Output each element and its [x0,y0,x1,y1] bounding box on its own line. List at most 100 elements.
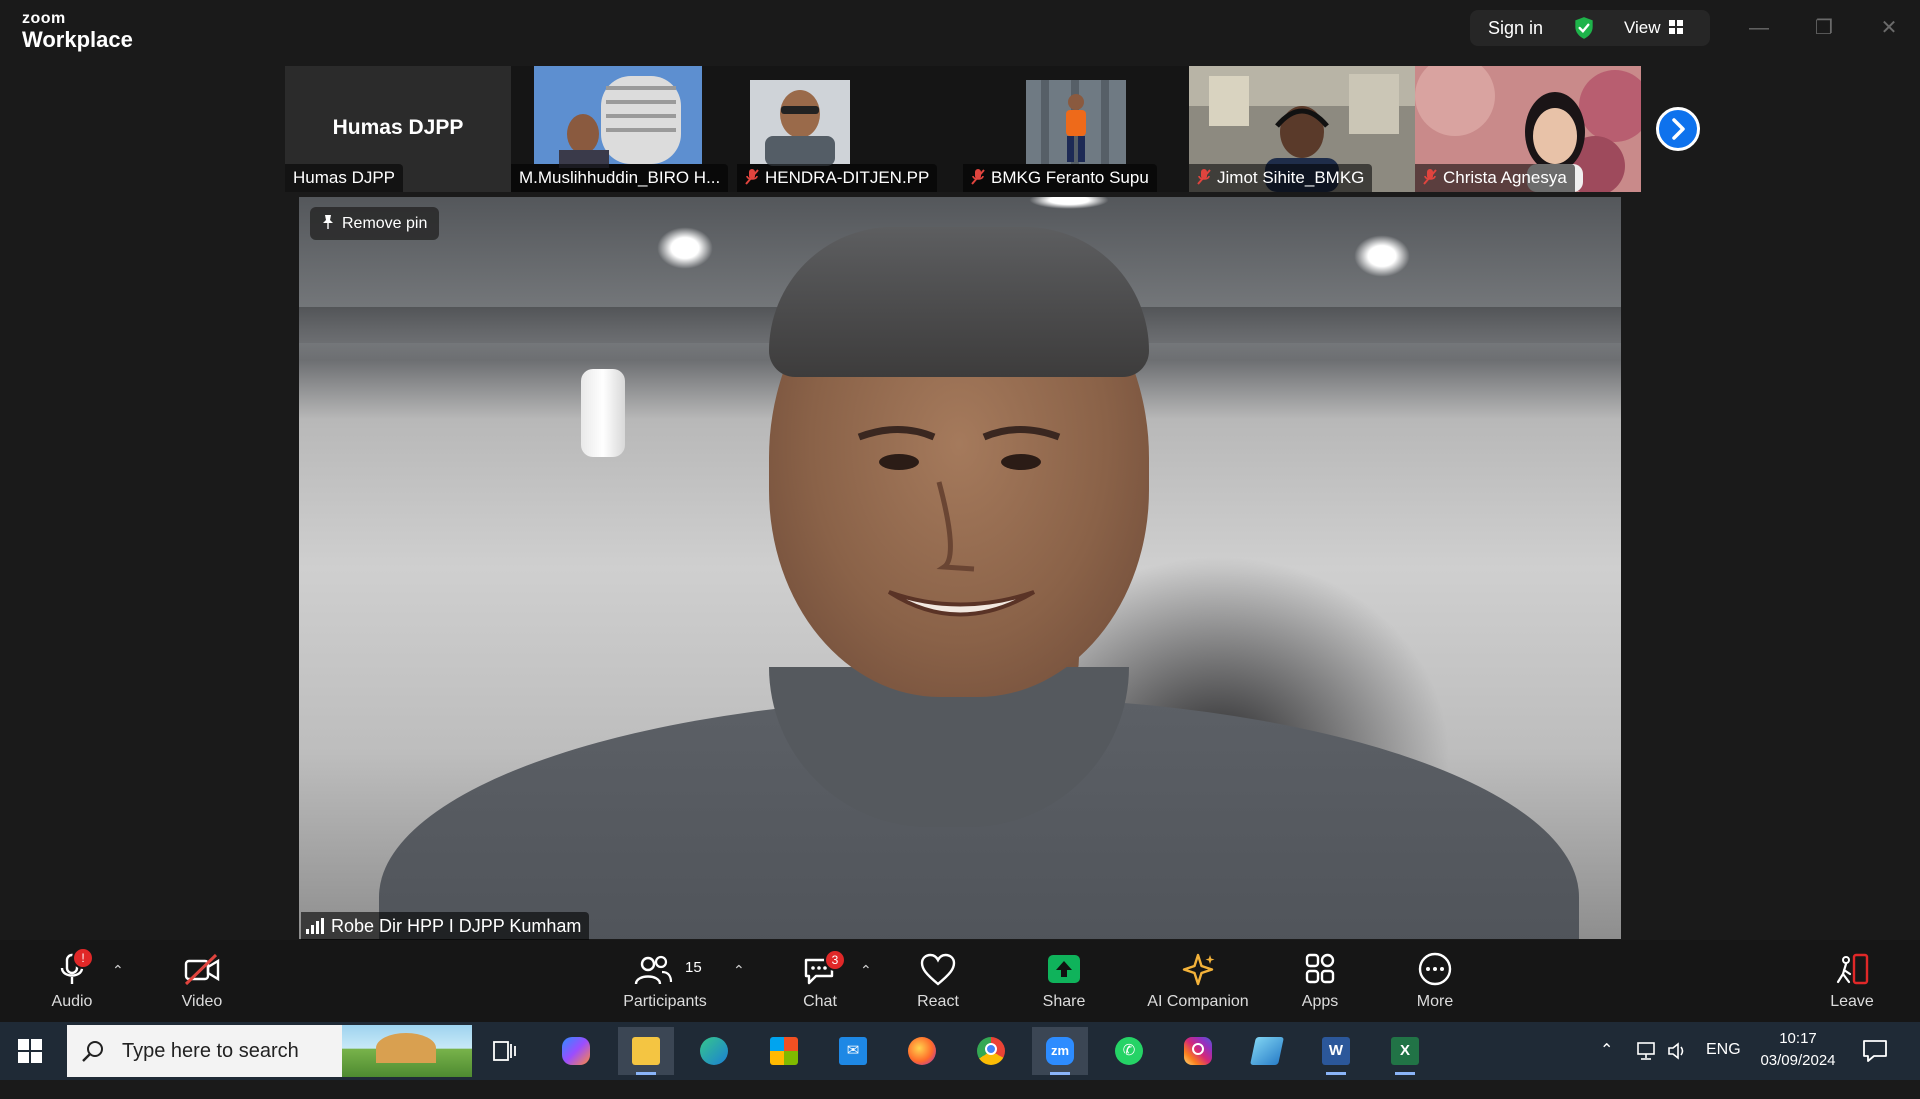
file-explorer-icon[interactable] [618,1027,674,1075]
notepad-icon[interactable] [1239,1027,1295,1075]
title-bar: zoom Workplace Sign in View — ❐ ✕ [0,0,1920,62]
clock-time: 10:17 [1779,1030,1817,1047]
react-label: React [917,993,959,1010]
share-screen-icon [1048,955,1080,983]
participant-center-name: Humas DJPP [332,116,464,139]
participants-label: Participants [623,993,707,1010]
more-label: More [1416,993,1454,1010]
chat-label: Chat [803,993,837,1010]
audio-alert-badge: ! [72,947,94,969]
restore-icon[interactable]: ❐ [1810,14,1838,42]
video-off-icon [184,953,220,986]
participants-icon [634,955,673,985]
share-button[interactable]: Share [1022,940,1106,1022]
signal-strength-icon [306,918,324,934]
participants-count: 15 [685,959,702,976]
leave-button[interactable]: Leave [1810,940,1894,1022]
participant-tile[interactable]: BMKG Feranto Supu [963,66,1189,192]
participant-name: M.Muslihhuddin_BIRO H... [511,164,729,192]
taskbar-clock[interactable]: 10:17 03/09/2024 [1752,1028,1844,1072]
task-view-icon[interactable] [477,1027,533,1075]
more-button[interactable]: More [1393,940,1477,1022]
leave-label: Leave [1830,993,1874,1010]
pin-icon [323,215,333,229]
word-icon[interactable]: W [1308,1027,1364,1075]
firefox-icon[interactable] [894,1027,950,1075]
zoom-workplace-logo: zoom Workplace [22,11,133,51]
video-button[interactable]: Video [160,940,244,1022]
network-icon[interactable] [1635,1041,1657,1061]
show-hidden-icons-icon[interactable]: ⌃ [1600,1040,1613,1098]
brand-top: zoom [22,10,66,27]
close-icon[interactable]: ✕ [1875,14,1903,42]
active-speaker-video [299,197,1621,939]
windows-start-icon[interactable] [18,1039,42,1063]
meeting-toolbar: ! Audio ⌃ Video 15 Participants ⌃ 3 Chat… [0,940,1920,1022]
view-label: View [1624,18,1661,37]
muted-mic-icon [971,169,985,185]
share-label: Share [1042,993,1086,1010]
language-indicator[interactable]: ENG [1706,1041,1741,1099]
participants-options-caret-icon[interactable]: ⌃ [733,962,747,978]
search-icon [82,1041,103,1062]
participant-tile[interactable]: Humas DJPP Humas DJPP [285,66,511,192]
volume-icon[interactable] [1667,1041,1689,1061]
participant-tile[interactable]: HENDRA-DITJEN.PP [737,66,963,192]
view-button[interactable]: View [1624,18,1683,38]
participant-name: Christa Agnesya [1415,164,1575,192]
remove-pin-button[interactable]: Remove pin [310,207,440,240]
chrome-icon[interactable] [963,1027,1019,1075]
search-placeholder: Type here to search [122,1040,299,1062]
windows-taskbar: Type here to search ✉ zm ✆ W X ⌃ ENG 10:… [0,1022,1920,1080]
heart-icon [920,953,956,986]
leave-door-icon [1836,953,1869,985]
zoom-icon[interactable]: zm [1032,1027,1088,1075]
instagram-icon[interactable] [1170,1027,1226,1075]
taskbar-search-box[interactable]: Type here to search [67,1025,472,1077]
chevron-right-icon [1672,118,1685,140]
whatsapp-icon[interactable]: ✆ [1101,1027,1157,1075]
participant-name: HENDRA-DITJEN.PP [737,164,938,192]
audio-options-caret-icon[interactable]: ⌃ [112,962,126,978]
mail-icon[interactable]: ✉ [825,1027,881,1075]
chat-button[interactable]: 3 Chat [778,940,862,1022]
minimize-icon[interactable]: — [1745,14,1773,42]
search-highlight-illustration [342,1025,472,1077]
participant-strip: Humas DJPP Humas DJPP M.Muslihhuddin_BIR… [285,66,1641,192]
muted-mic-icon [1197,169,1211,185]
video-label: Video [181,993,223,1010]
grid-view-icon [1668,20,1683,34]
participant-name: BMKG Feranto Supu [963,164,1157,192]
react-button[interactable]: React [896,940,980,1022]
participant-name: Jimot Sihite_BMKG [1189,164,1373,192]
sparkle-icon [1182,953,1215,986]
ai-companion-button[interactable]: AI Companion [1136,940,1260,1022]
audio-label: Audio [51,993,93,1010]
apps-icon [1305,953,1335,984]
chat-options-caret-icon[interactable]: ⌃ [860,962,874,978]
clock-date: 03/09/2024 [1760,1052,1836,1069]
title-controls: Sign in View [1470,10,1710,46]
notifications-icon[interactable] [1862,1039,1888,1063]
ai-companion-label: AI Companion [1147,993,1249,1010]
participant-tile[interactable]: M.Muslihhuddin_BIRO H... [511,66,737,192]
sign-in-button[interactable]: Sign in [1488,18,1543,39]
apps-label: Apps [1301,993,1339,1010]
remove-pin-label: Remove pin [342,215,428,232]
participant-name: Humas DJPP [285,164,404,192]
edge-icon[interactable] [686,1027,742,1075]
excel-icon[interactable]: X [1377,1027,1433,1075]
audio-button[interactable]: ! Audio [30,940,114,1022]
muted-mic-icon [1423,169,1437,185]
participant-tile[interactable]: Christa Agnesya [1415,66,1641,192]
copilot-icon[interactable] [548,1027,604,1075]
security-shield-icon[interactable] [1571,15,1597,41]
next-page-button[interactable] [1656,107,1700,151]
participant-tile[interactable]: Jimot Sihite_BMKG [1189,66,1415,192]
apps-button[interactable]: Apps [1278,940,1362,1022]
microsoft-store-icon[interactable] [756,1027,812,1075]
muted-mic-icon [745,169,759,185]
participants-button[interactable]: 15 Participants [615,940,715,1022]
chat-unread-badge: 3 [824,949,846,971]
brand-bottom: Workplace [22,27,133,52]
